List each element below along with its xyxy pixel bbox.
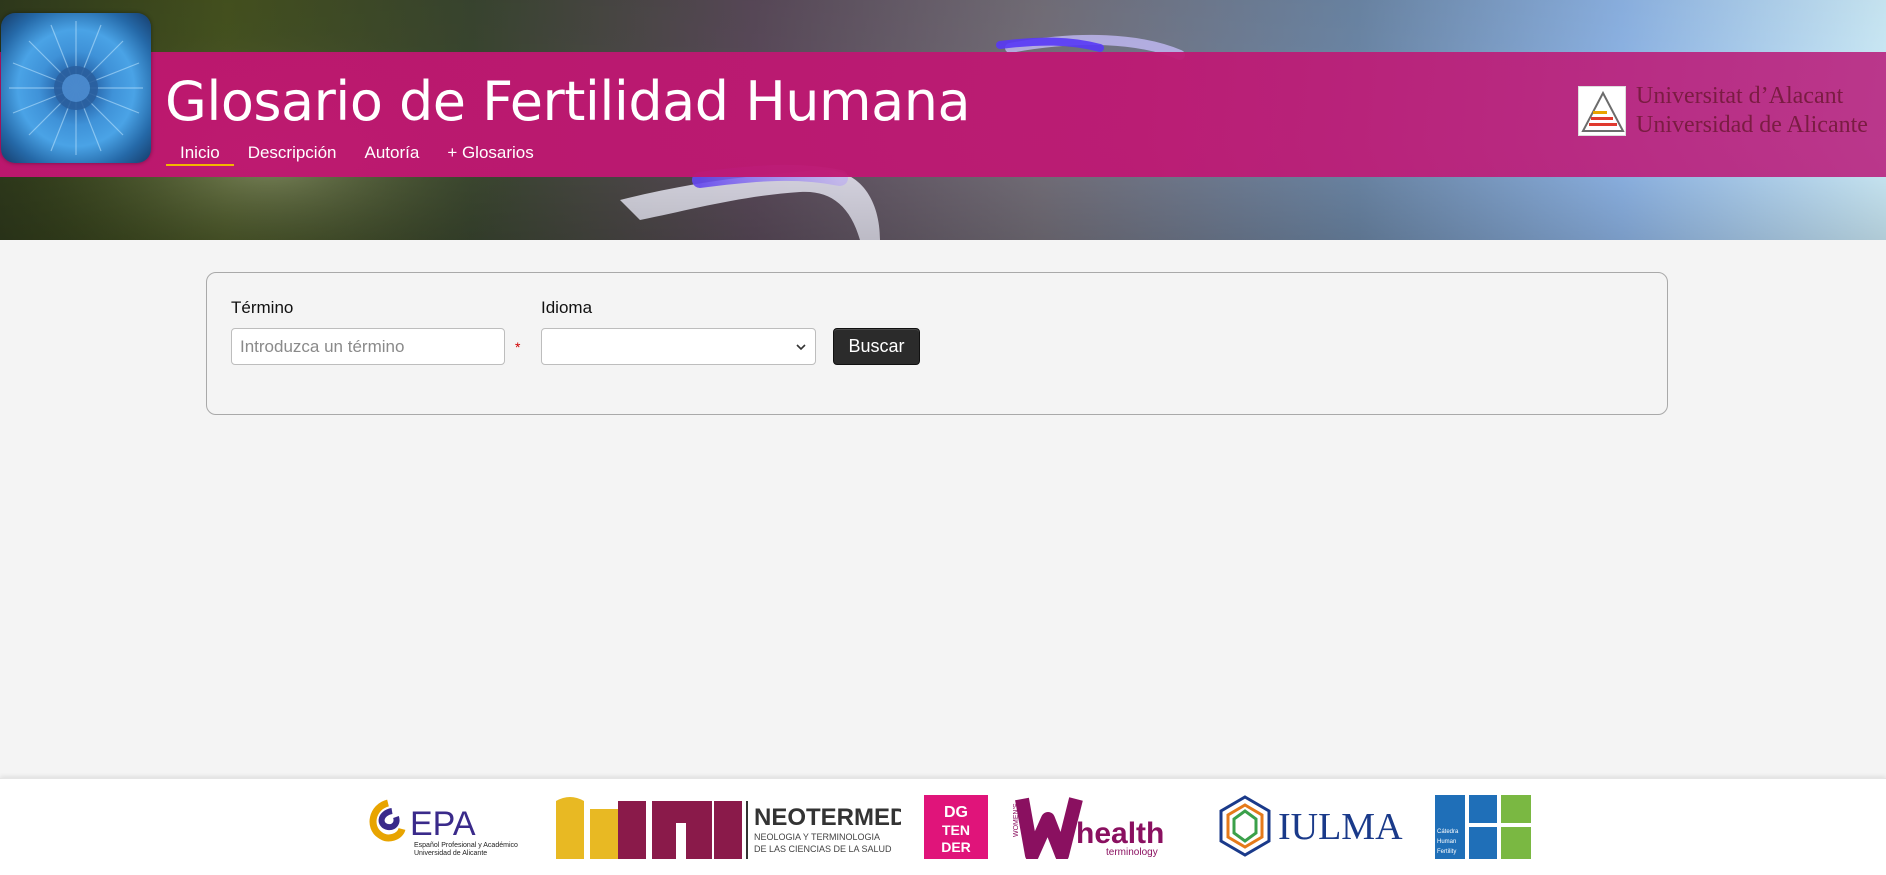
sponsor-catedra[interactable]: Cátedra Human Fertility xyxy=(1435,793,1531,859)
dgtender-line-1: DG xyxy=(944,804,968,821)
wh-logo-icon xyxy=(1015,797,1083,859)
catedra-line-3: Fertility xyxy=(1437,849,1456,855)
university-logo[interactable]: Universitat d’Alacant Universidad de Ali… xyxy=(1578,82,1868,140)
site-logo[interactable] xyxy=(1,13,151,163)
university-name-valencian: Universitat d’Alacant xyxy=(1636,83,1844,109)
sponsor-epa[interactable]: EPA Español Profesional y Académico Univ… xyxy=(366,793,536,859)
nav-item-glosarios[interactable]: + Glosarios xyxy=(433,142,547,166)
catedra-line-1: Cátedra xyxy=(1437,829,1459,835)
dgtender-line-2: TEN xyxy=(942,822,970,838)
epa-logo-icon xyxy=(369,799,406,842)
language-label: Idioma xyxy=(541,298,593,317)
page-title: Glosario de Fertilidad Humana xyxy=(165,70,971,133)
sponsor-neotermed[interactable]: NEOTERMED NEOLOGIA Y TERMINOLOGIA DE LAS… xyxy=(556,793,901,859)
catedra-line-2: Human xyxy=(1437,839,1456,845)
sponsor-dgtender[interactable]: DG TEN DER xyxy=(924,793,988,859)
main-nav: Inicio Descripción Autoría + Glosarios xyxy=(166,142,548,166)
dgtender-line-3: DER xyxy=(941,839,971,855)
iulma-logo-icon xyxy=(1219,795,1271,857)
sponsor-womens-health[interactable]: WOMEN'S health terminology xyxy=(1010,793,1196,859)
nav-item-autoria[interactable]: Autoría xyxy=(351,142,434,166)
nav-item-descripcion[interactable]: Descripción xyxy=(234,142,351,166)
epa-subtitle-2: Universidad de Alicante xyxy=(414,850,487,857)
chevron-down-icon xyxy=(796,344,806,351)
search-button[interactable]: Buscar xyxy=(833,328,920,365)
term-input[interactable] xyxy=(231,328,505,365)
iulma-name: IULMA xyxy=(1278,806,1403,848)
footer-sponsors: EPA Español Profesional y Académico Univ… xyxy=(0,778,1886,875)
neotermed-logo-icon xyxy=(556,797,748,859)
neotermed-subtitle-1: NEOLOGIA Y TERMINOLOGIA xyxy=(754,832,880,842)
term-label: Término xyxy=(231,298,294,317)
epa-subtitle-1: Español Profesional y Académico xyxy=(414,842,518,849)
sponsor-iulma[interactable]: IULMA xyxy=(1218,793,1410,859)
site-header: Glosario de Fertilidad Humana Inicio Des… xyxy=(0,0,1886,240)
university-mark-icon xyxy=(1578,86,1626,136)
wh-subtitle: terminology xyxy=(1106,847,1158,858)
required-marker: * xyxy=(515,339,521,355)
language-select[interactable] xyxy=(541,328,816,365)
wh-name: health xyxy=(1076,817,1164,850)
university-name: Universitat d’Alacant Universidad de Ali… xyxy=(1636,82,1868,140)
epa-name: EPA xyxy=(410,805,476,843)
nav-item-inicio[interactable]: Inicio xyxy=(166,142,234,166)
iris-icon xyxy=(9,21,143,155)
neotermed-subtitle-2: DE LAS CIENCIAS DE LA SALUD xyxy=(754,844,892,854)
search-panel: Término * Idioma Buscar xyxy=(206,272,1668,415)
neotermed-name: NEOTERMED xyxy=(754,804,901,831)
university-name-spanish: Universidad de Alicante xyxy=(1636,112,1868,138)
